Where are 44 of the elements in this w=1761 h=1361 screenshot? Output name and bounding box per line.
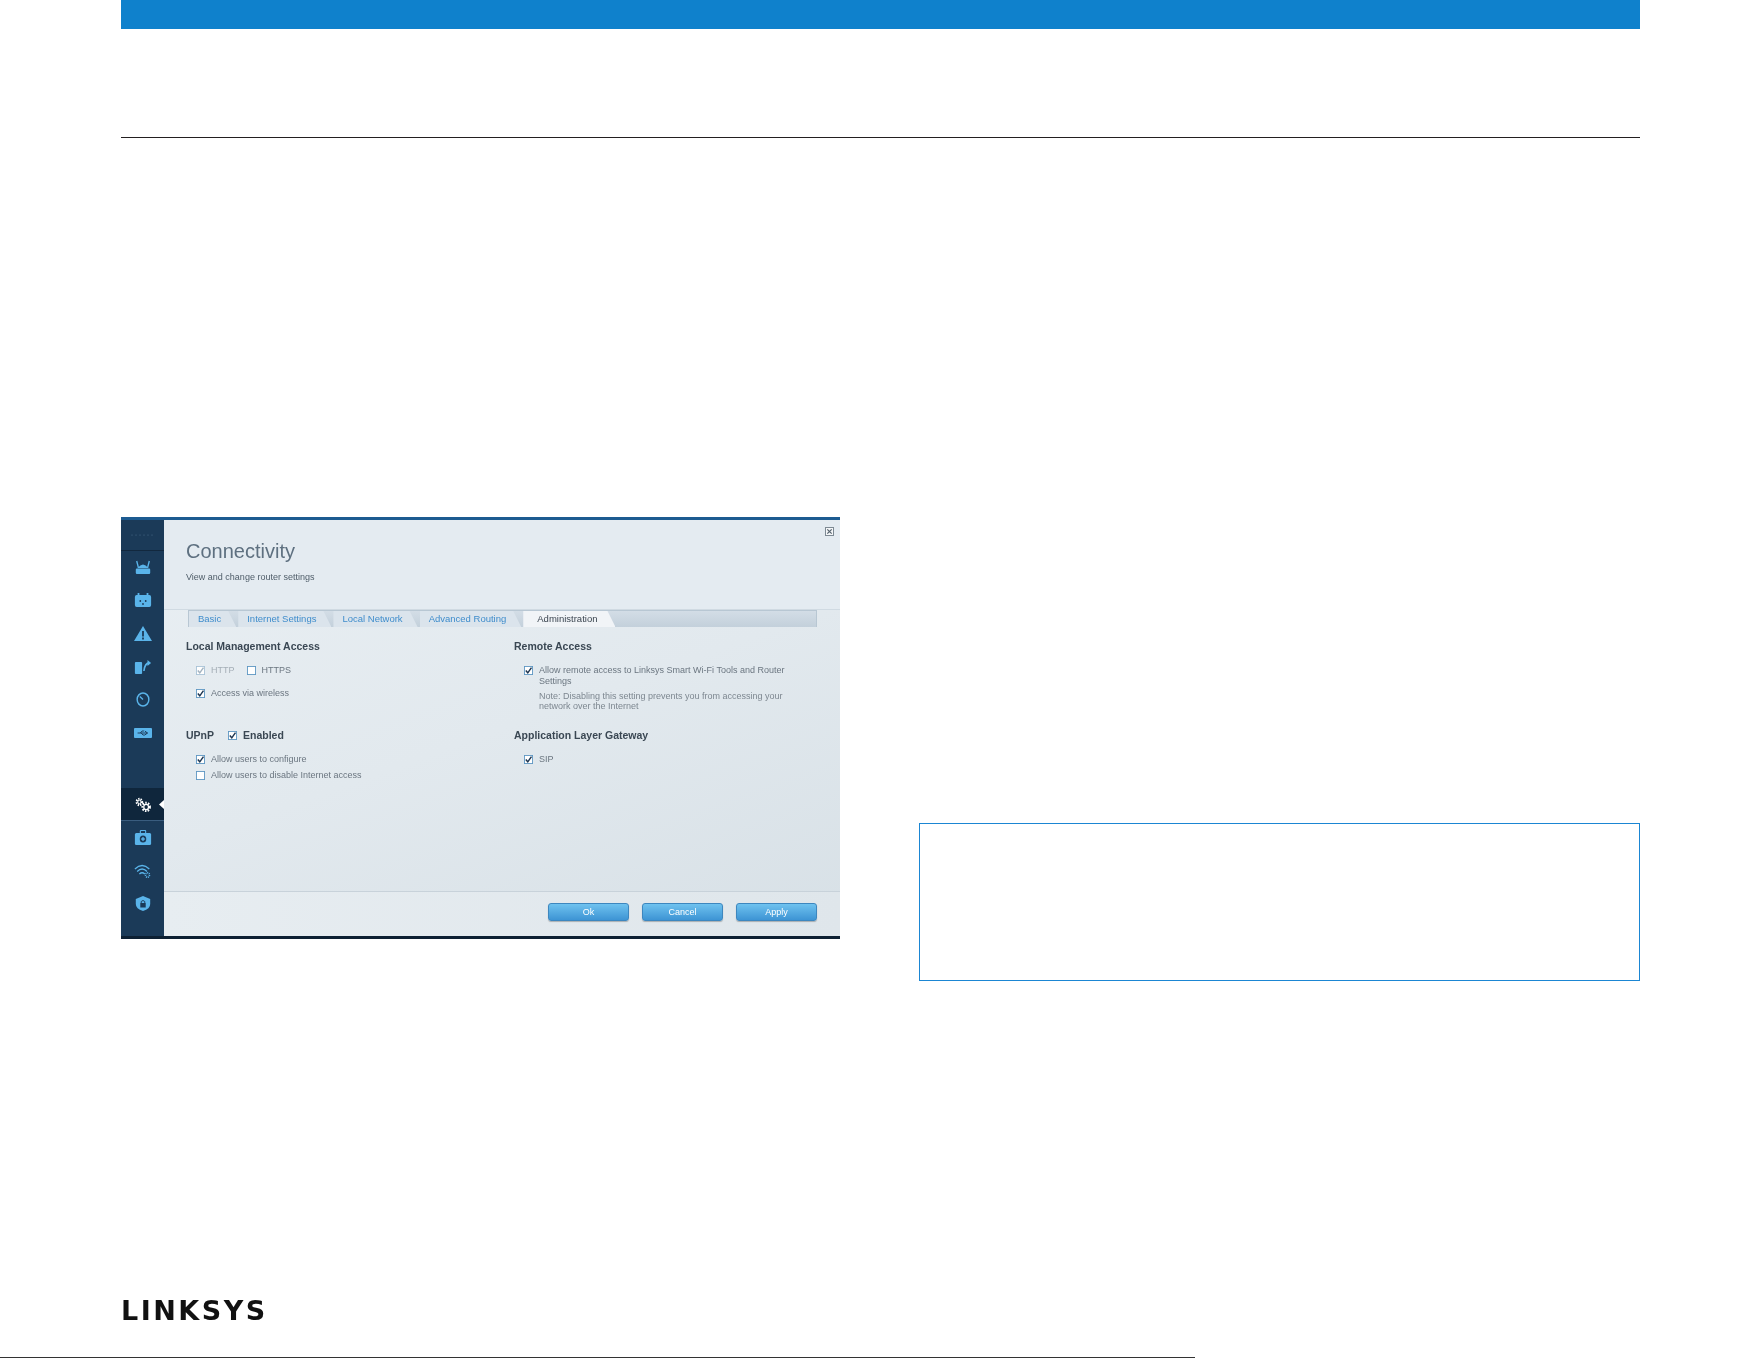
phone-arrow-icon (133, 659, 152, 674)
section-heading: Application Layer Gateway (514, 728, 650, 742)
tab[interactable]: Internet Settings (238, 611, 332, 627)
cancel-button[interactable]: Cancel (642, 903, 723, 921)
apply-button[interactable]: Apply (736, 903, 817, 921)
checkbox-label: SIP (539, 754, 554, 765)
checkbox-label: HTTPS (261, 665, 291, 676)
checkbox[interactable] (196, 755, 205, 764)
checkbox[interactable] (196, 689, 205, 698)
checkbox[interactable] (246, 666, 256, 675)
page-title: Connectivity (186, 539, 296, 563)
page-subtitle: View and change router settings (186, 571, 315, 583)
checkbox[interactable] (524, 755, 533, 764)
drive-icon (133, 725, 152, 740)
tab[interactable]: Local Network (333, 611, 418, 627)
section-heading: Local Management Access (186, 639, 321, 653)
checkbox[interactable] (228, 731, 237, 740)
section-heading: Remote Access (514, 639, 593, 653)
router-icon (133, 560, 152, 575)
checkbox-label: Access via wireless (211, 688, 290, 699)
close-icon[interactable] (825, 527, 834, 536)
checkbox[interactable] (524, 666, 533, 675)
logo: LINKSYS (121, 1297, 268, 1324)
first-aid-kit-icon (133, 830, 152, 845)
checkbox-label: HTTP (211, 665, 235, 676)
checkbox-label: Allow remote access to Linksys Smart Wi-Fi Tools and Router Settings (539, 665, 786, 687)
sidebar-item[interactable] (121, 788, 164, 821)
checkbox-label: Enabled (243, 728, 284, 742)
wifi-gear-icon (133, 863, 152, 878)
checkbox[interactable] (196, 771, 205, 780)
tab[interactable]: Administration (523, 611, 616, 627)
section-heading: UPnP (186, 728, 214, 742)
shield-lock-icon (133, 896, 152, 911)
checkbox-label: Allow users to configure (211, 754, 307, 765)
warning-icon (133, 626, 152, 641)
ok-button[interactable]: Ok (548, 903, 629, 921)
note-text: Note: Disabling this setting prevents you from accessing your network over the Internet (539, 691, 784, 711)
clock-icon (133, 692, 152, 707)
tab[interactable]: Basic (189, 611, 237, 627)
calendar-icon (133, 593, 152, 608)
tab[interactable]: Advanced Routing (419, 611, 522, 627)
gears-icon (133, 797, 152, 812)
checkbox-label: Allow users to disable Internet access (211, 770, 362, 781)
pointer-icon (159, 800, 164, 809)
